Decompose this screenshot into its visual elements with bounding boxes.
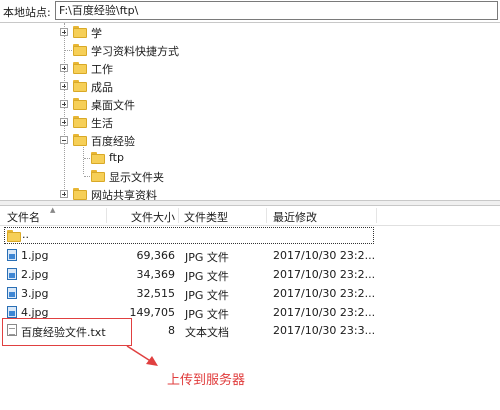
file-size: 69,366 xyxy=(136,249,176,262)
expand-icon[interactable] xyxy=(60,118,68,126)
file-name: 2.jpg xyxy=(21,268,49,281)
sort-ascending-icon: ▲ xyxy=(50,206,56,214)
folder-icon xyxy=(73,44,87,56)
parent-directory-label: .. xyxy=(22,228,29,241)
column-header-filetype[interactable]: 文件类型 xyxy=(184,209,228,225)
tree-item-website-shared[interactable]: 网站共享资料 xyxy=(0,185,500,200)
folder-icon xyxy=(7,230,21,242)
file-modified: 2017/10/30 23:3... xyxy=(273,324,376,337)
tree-item-products[interactable]: 成品 xyxy=(0,77,500,95)
column-divider[interactable] xyxy=(376,208,377,223)
tree-item-shortcut[interactable]: 学习资料快捷方式 xyxy=(0,41,500,59)
file-row[interactable]: 1.jpg 69,366 JPG 文件 2017/10/30 23:2... xyxy=(0,246,500,264)
column-header-filename[interactable]: 文件名 xyxy=(7,209,40,225)
expand-icon[interactable] xyxy=(60,28,68,36)
expand-icon[interactable] xyxy=(60,190,68,198)
file-type: JPG 文件 xyxy=(185,251,229,264)
folder-open-icon xyxy=(73,134,87,146)
tree-item-ftp[interactable]: ftp xyxy=(0,149,500,167)
local-site-label: 本地站点: xyxy=(3,6,51,19)
jpg-file-icon xyxy=(7,287,17,299)
local-path-input[interactable]: F:\百度经验\ftp\ xyxy=(55,1,498,20)
column-header-filesize[interactable]: 文件大小 xyxy=(131,209,175,225)
file-list-header: ▲ 文件名 文件大小 文件类型 最近修改 xyxy=(0,206,500,226)
tree-item-show-folder[interactable]: 显示文件夹 xyxy=(0,167,500,185)
jpg-file-icon xyxy=(7,268,17,280)
column-divider[interactable] xyxy=(178,208,179,223)
tree-item-baidu-jingyan[interactable]: 百度经验 xyxy=(0,131,500,149)
file-size: 32,515 xyxy=(136,287,176,300)
folder-icon xyxy=(91,152,105,164)
column-divider[interactable] xyxy=(266,208,267,223)
tree-item-label: 显示文件夹 xyxy=(109,171,164,184)
local-site-bar: 本地站点: F:\百度经验\ftp\ xyxy=(0,0,500,23)
tree-item-label: 学习资料快捷方式 xyxy=(91,45,179,58)
tree-item-label: 网站共享资料 xyxy=(91,189,157,200)
file-type: JPG 文件 xyxy=(185,289,229,302)
expand-icon[interactable] xyxy=(60,100,68,108)
folder-icon xyxy=(73,62,87,74)
tree-item-label: 生活 xyxy=(91,117,113,130)
file-name: 1.jpg xyxy=(21,249,49,262)
column-header-modified[interactable]: 最近修改 xyxy=(273,209,317,225)
column-divider[interactable] xyxy=(106,208,107,223)
tree-item-label: 百度经验 xyxy=(91,135,135,148)
folder-icon xyxy=(91,170,105,182)
parent-directory-row[interactable]: .. xyxy=(0,227,500,245)
tree-connector xyxy=(65,50,72,51)
file-type: 文本文档 xyxy=(185,326,229,339)
expand-icon[interactable] xyxy=(60,82,68,90)
highlight-box xyxy=(2,318,132,346)
jpg-file-icon xyxy=(7,306,17,318)
tree-item-desktop-files[interactable]: 桌面文件 xyxy=(0,95,500,113)
tree-item-xue[interactable]: 学 xyxy=(0,23,500,41)
file-size: 149,705 xyxy=(129,306,176,319)
file-type: JPG 文件 xyxy=(185,270,229,283)
file-row[interactable]: 2.jpg 34,369 JPG 文件 2017/10/30 23:2... xyxy=(0,265,500,283)
tree-item-label: 桌面文件 xyxy=(91,99,135,112)
tree-item-work[interactable]: 工作 xyxy=(0,59,500,77)
expand-icon[interactable] xyxy=(60,64,68,72)
file-size: 8 xyxy=(168,324,175,337)
file-modified: 2017/10/30 23:2... xyxy=(273,249,376,262)
tree-connector xyxy=(84,158,90,159)
file-modified: 2017/10/30 23:2... xyxy=(273,287,376,300)
tree-item-label: 工作 xyxy=(91,63,113,76)
file-type: JPG 文件 xyxy=(185,308,229,321)
folder-icon xyxy=(73,188,87,200)
jpg-file-icon xyxy=(7,249,17,261)
file-size: 34,369 xyxy=(136,268,176,281)
folder-icon xyxy=(73,98,87,110)
file-modified: 2017/10/30 23:2... xyxy=(273,268,376,281)
tree-item-life[interactable]: 生活 xyxy=(0,113,500,131)
tree-item-label: ftp xyxy=(109,151,124,164)
folder-icon xyxy=(73,116,87,128)
folder-icon xyxy=(73,26,87,38)
upload-annotation: 上传到服务器 xyxy=(167,373,246,388)
tree-item-label: 成品 xyxy=(91,81,113,94)
collapse-icon[interactable] xyxy=(60,136,68,144)
file-modified: 2017/10/30 23:2... xyxy=(273,306,376,319)
folder-tree[interactable]: 学 学习资料快捷方式 工作 成品 桌面文件 生活 百度经验 ftp 显示文件夹 xyxy=(0,23,500,200)
file-row[interactable]: 3.jpg 32,515 JPG 文件 2017/10/30 23:2... xyxy=(0,284,500,302)
folder-icon xyxy=(73,80,87,92)
file-name: 3.jpg xyxy=(21,287,49,300)
tree-connector xyxy=(84,176,90,177)
tree-item-label: 学 xyxy=(91,27,102,40)
